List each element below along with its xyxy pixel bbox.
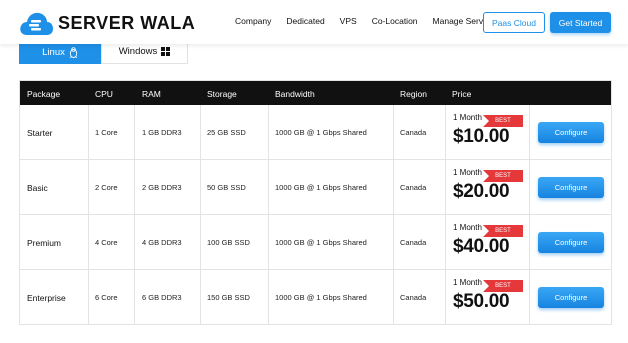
- header-package: Package: [27, 89, 61, 99]
- bandwidth-value: 1000 GB @ 1 Gbps Shared: [275, 128, 367, 137]
- header-cpu: CPU: [95, 89, 113, 99]
- table-row: Premium 4 Core 4 GB DDR3 100 GB SSD 1000…: [20, 215, 611, 270]
- storage-value: 50 GB SSD: [207, 183, 246, 192]
- storage-value: 25 GB SSD: [207, 128, 246, 137]
- bandwidth-value: 1000 GB @ 1 Gbps Shared: [275, 183, 367, 192]
- header-bandwidth: Bandwidth: [275, 89, 315, 99]
- paas-cloud-button[interactable]: Paas Cloud: [483, 12, 545, 33]
- price-amount: $50.00: [453, 291, 510, 312]
- nav-vps[interactable]: VPS: [340, 16, 357, 26]
- package-name: Starter: [27, 128, 53, 138]
- get-started-button[interactable]: Get Started: [550, 12, 611, 33]
- ram-value: 2 GB DDR3: [142, 183, 182, 192]
- package-name: Premium: [27, 238, 62, 248]
- logo-text: SERVER WALA: [58, 12, 196, 33]
- package-name: Basic: [27, 183, 48, 193]
- region-value: Canada: [400, 128, 427, 137]
- header-price: Price: [452, 89, 472, 99]
- table-row: Enterprise 6 Core 6 GB DDR3 150 GB SSD 1…: [20, 270, 611, 325]
- package-name: Enterprise: [27, 293, 66, 303]
- cpu-value: 2 Core: [95, 183, 118, 192]
- storage-value: 150 GB SSD: [207, 293, 250, 302]
- configure-button[interactable]: Configure: [538, 177, 604, 198]
- header-region: Region: [400, 89, 427, 99]
- cpu-value: 1 Core: [95, 128, 118, 137]
- region-value: Canada: [400, 238, 427, 247]
- nav-company[interactable]: Company: [235, 16, 271, 26]
- linux-icon: [69, 46, 78, 58]
- best-badge: BEST: [483, 170, 523, 182]
- pricing-page: SERVER WALA Company Dedicated VPS Co-Loc…: [0, 0, 628, 343]
- best-badge: BEST: [483, 280, 523, 292]
- table-row: Basic 2 Core 2 GB DDR3 50 GB SSD 1000 GB…: [20, 160, 611, 215]
- nav-co-location[interactable]: Co-Location: [372, 16, 418, 26]
- bandwidth-value: 1000 GB @ 1 Gbps Shared: [275, 293, 367, 302]
- price-amount: $40.00: [453, 236, 510, 257]
- configure-button[interactable]: Configure: [538, 232, 604, 253]
- configure-button[interactable]: Configure: [538, 287, 604, 308]
- bandwidth-value: 1000 GB @ 1 Gbps Shared: [275, 238, 367, 247]
- header-storage: Storage: [207, 89, 237, 99]
- price-amount: $10.00: [453, 126, 510, 147]
- price-amount: $20.00: [453, 181, 510, 202]
- configure-button[interactable]: Configure: [538, 122, 604, 143]
- tab-windows-label: Windows: [118, 46, 158, 57]
- top-navbar: SERVER WALA Company Dedicated VPS Co-Loc…: [0, 0, 628, 44]
- best-badge: BEST: [483, 225, 523, 237]
- ram-value: 4 GB DDR3: [142, 238, 182, 247]
- nav-dedicated[interactable]: Dedicated: [286, 16, 324, 26]
- tab-linux-label: Linux: [42, 46, 65, 58]
- cpu-value: 4 Core: [95, 238, 118, 247]
- pricing-table: Package CPU RAM Storage Bandwidth Region…: [19, 80, 612, 325]
- main-nav: Company Dedicated VPS Co-Location Manage…: [235, 16, 513, 26]
- cpu-value: 6 Core: [95, 293, 118, 302]
- region-value: Canada: [400, 293, 427, 302]
- ram-value: 6 GB DDR3: [142, 293, 182, 302]
- table-row: Starter 1 Core 1 GB DDR3 25 GB SSD 1000 …: [20, 105, 611, 160]
- windows-icon: [161, 47, 171, 56]
- ram-value: 1 GB DDR3: [142, 128, 182, 137]
- storage-value: 100 GB SSD: [207, 238, 250, 247]
- logo[interactable]: SERVER WALA: [18, 9, 195, 37]
- best-badge: BEST: [483, 115, 523, 127]
- cloud-logo-icon: [20, 12, 53, 36]
- region-value: Canada: [400, 183, 427, 192]
- header-ram: RAM: [142, 89, 161, 99]
- table-header: Package CPU RAM Storage Bandwidth Region…: [20, 81, 611, 105]
